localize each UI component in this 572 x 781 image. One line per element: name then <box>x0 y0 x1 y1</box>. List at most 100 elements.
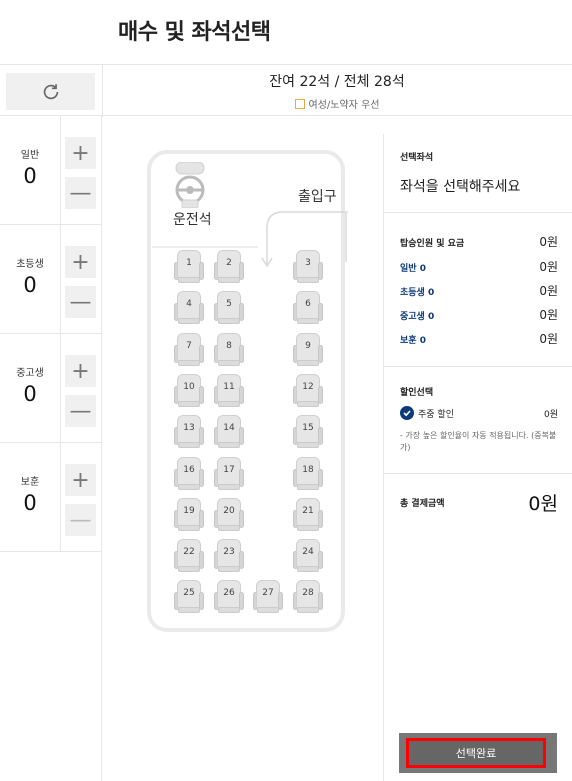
seat-number: 2 <box>226 258 232 268</box>
seat-number: 28 <box>302 588 314 599</box>
seat-5[interactable]: 5 <box>214 291 244 325</box>
fare-row: 일반 0 0원 <box>400 258 558 275</box>
seat-2[interactable]: 2 <box>214 250 244 284</box>
divider <box>152 246 258 248</box>
veteran-plus-button[interactable]: + <box>65 464 96 496</box>
seat-21[interactable]: 21 <box>293 497 323 532</box>
seat-number: 15 <box>302 423 314 434</box>
divider <box>60 334 61 443</box>
secondary-minus-button[interactable]: — <box>65 395 96 427</box>
seat-25[interactable]: 25 <box>174 580 204 614</box>
seat-number: 18 <box>302 464 314 475</box>
counter-veteran: 보훈 0 + — <box>0 443 102 552</box>
elementary-minus-button[interactable]: — <box>65 286 96 318</box>
seat-number: 21 <box>302 505 314 516</box>
priority-color-box <box>294 98 305 109</box>
seat-22[interactable]: 22 <box>174 539 204 573</box>
selected-seat-section: 선택좌석 좌석을 선택해주세요 <box>384 134 572 213</box>
seat-19[interactable]: 19 <box>174 497 204 532</box>
seat-17[interactable]: 17 <box>214 456 244 491</box>
priority-legend: 여성/노약자 우선 <box>102 96 572 111</box>
refresh-icon <box>43 83 58 99</box>
complete-selection-button[interactable]: 선택완료 <box>406 738 546 768</box>
seat-number: 11 <box>223 381 235 392</box>
booking-summary: 선택좌석 좌석을 선택해주세요 탑승인원 및 요금 0원 일반 0 0원 초등생… <box>383 134 572 781</box>
selected-seat-title: 선택좌석 <box>400 153 434 163</box>
counter-label: 초등생 <box>16 259 44 270</box>
secondary-plus-button[interactable]: + <box>65 355 96 387</box>
seat-number: 9 <box>305 340 311 351</box>
fare-value: 0원 <box>539 284 558 298</box>
seat-23[interactable]: 23 <box>214 539 244 573</box>
fare-row: 초등생 0 0원 <box>400 282 558 299</box>
discount-title: 할인선택 <box>400 388 434 398</box>
fare-label: 중고생 0 <box>400 312 435 322</box>
discount-section: 할인선택 <box>384 367 572 474</box>
seat-18[interactable]: 18 <box>293 456 323 491</box>
seat-number: 3 <box>305 258 311 268</box>
seat-28[interactable]: 28 <box>293 580 323 614</box>
seat-7[interactable]: 7 <box>174 332 204 367</box>
divider <box>60 443 61 552</box>
counter-secondary: 중고생 0 + — <box>0 334 102 443</box>
general-minus-button[interactable]: — <box>65 177 96 209</box>
seat-number: 6 <box>305 299 311 310</box>
seat-9[interactable]: 9 <box>293 332 323 367</box>
refresh-button[interactable] <box>6 73 95 110</box>
fare-title: 탑승인원 및 요금 <box>400 239 465 249</box>
fare-value: 0원 <box>539 332 558 346</box>
discount-label: 주중 할인 <box>418 409 454 420</box>
fare-label: 초등생 0 <box>400 288 435 298</box>
seat-14[interactable]: 14 <box>214 415 244 449</box>
seat-1[interactable]: 1 <box>174 250 204 284</box>
total-value: 0원 <box>528 493 558 515</box>
seat-26[interactable]: 26 <box>214 580 244 614</box>
fare-total: 0원 <box>539 235 558 249</box>
seat-6[interactable]: 6 <box>293 291 323 325</box>
seat-number: 19 <box>183 505 195 516</box>
counter-value: 0 <box>23 491 37 515</box>
fare-value: 0원 <box>539 260 558 274</box>
seat-number: 17 <box>223 464 235 475</box>
steering-wheel-icon <box>175 162 205 208</box>
general-plus-button[interactable]: + <box>65 137 96 169</box>
selected-seat-message: 좌석을 선택해주세요 <box>400 179 521 195</box>
seat-number: 12 <box>302 381 314 392</box>
seat-12[interactable]: 12 <box>293 373 323 408</box>
seat-number: 22 <box>183 547 195 558</box>
seat-24[interactable]: 24 <box>293 539 323 573</box>
fare-value: 0원 <box>539 308 558 322</box>
elementary-plus-button[interactable]: + <box>65 246 96 278</box>
seat-number: 1 <box>186 258 192 268</box>
counter-label: 보훈 <box>20 477 40 488</box>
fare-row: 보훈 0 0원 <box>400 330 558 347</box>
seat-8[interactable]: 8 <box>214 332 244 367</box>
divider <box>60 225 61 334</box>
seat-27[interactable]: 27 <box>253 580 283 614</box>
fare-label: 보훈 0 <box>400 336 426 346</box>
seat-11[interactable]: 11 <box>214 373 244 408</box>
counter-general: 일반 0 + — <box>0 116 102 225</box>
driver-seat-label: 운전석 <box>173 212 212 228</box>
page-title: 매수 및 좌석선택 <box>118 20 271 45</box>
seat-number: 8 <box>226 340 232 351</box>
seat-3[interactable]: 3 <box>293 250 323 284</box>
seat-16[interactable]: 16 <box>174 456 204 491</box>
fare-section: 탑승인원 및 요금 0원 일반 0 0원 초등생 0 0원 중고생 0 0원 보… <box>384 213 572 367</box>
bus-seat-map: 운전석 출입구 1 2 3 4 5 6 7 8 9 10 11 12 13 14 15 16 17 18 19 20 2… <box>103 116 383 781</box>
counter-elementary: 초등생 0 + — <box>0 225 102 334</box>
seat-10[interactable]: 10 <box>174 373 204 408</box>
seat-4[interactable]: 4 <box>174 291 204 325</box>
fare-header-row: 탑승인원 및 요금 0원 <box>400 233 558 250</box>
complete-button-wrap: 선택완료 <box>399 733 557 773</box>
seat-number: 13 <box>183 423 195 434</box>
veteran-minus-button[interactable]: — <box>65 504 96 536</box>
seat-20[interactable]: 20 <box>214 497 244 532</box>
seat-15[interactable]: 15 <box>293 415 323 449</box>
seat-number: 10 <box>183 381 195 392</box>
seat-13[interactable]: 13 <box>174 415 204 449</box>
check-icon <box>400 406 414 420</box>
counter-label: 중고생 <box>16 368 44 379</box>
discount-option[interactable]: 주중 할인 0원 <box>400 406 558 420</box>
seat-number: 20 <box>223 505 235 516</box>
